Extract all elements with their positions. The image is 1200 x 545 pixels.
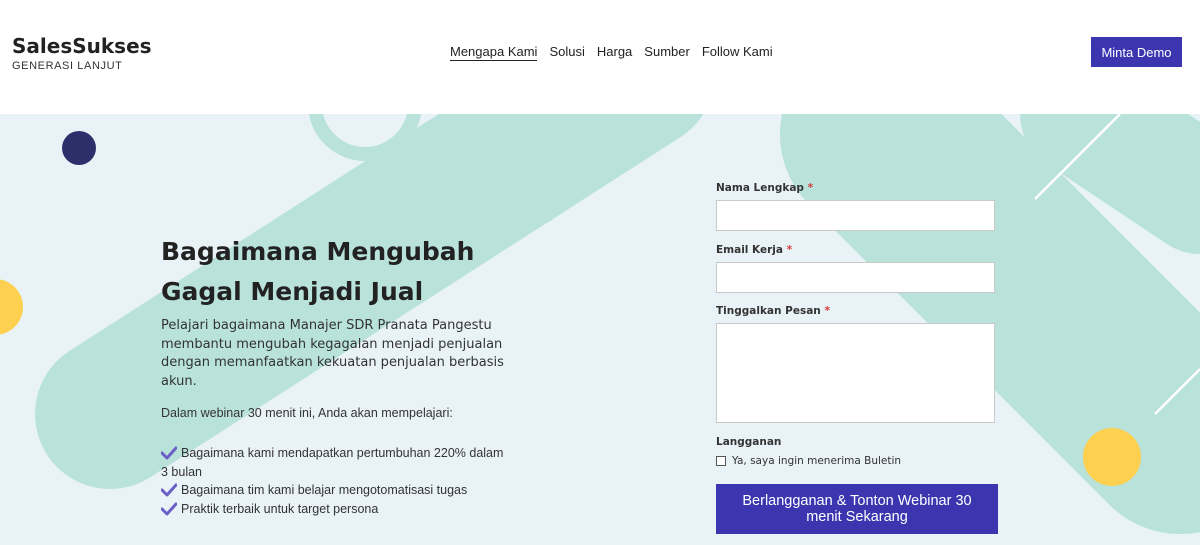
subscribe-option-label: Ya, saya ingin menerima Buletin: [732, 455, 902, 467]
nav-item-sumber[interactable]: Sumber: [644, 44, 690, 61]
hero-headline: Bagaimana Mengubah Gagal Menjadi Jual: [161, 237, 475, 306]
checkmark-icon: [161, 502, 177, 515]
required-mark: *: [807, 182, 814, 194]
benefit-text: Bagaimana tim kami belajar mengotomatisa…: [181, 483, 468, 497]
nav-item-mengapa-kami[interactable]: Mengapa Kami: [450, 44, 538, 61]
yellow-circle-right-shape: [1083, 428, 1141, 486]
hero-section: Bagaimana Mengubah Gagal Menjadi Jual Pe…: [0, 114, 1200, 545]
benefit-text: Praktik terbaik untuk target persona: [181, 501, 379, 516]
mint-pill-right-top-shape: [1020, 114, 1200, 254]
navy-dot-shape: [62, 131, 96, 165]
main-nav: Mengapa Kami Solusi Harga Sumber Follow …: [450, 44, 773, 61]
message-textarea[interactable]: [716, 323, 995, 423]
benefit-list: Bagaimana kami mendapatkan pertumbuhan 2…: [161, 444, 511, 518]
work-email-input[interactable]: [716, 262, 995, 293]
checkmark-icon: [161, 446, 177, 460]
full-name-label: Nama Lengkap *: [716, 182, 813, 194]
work-email-label: Email Kerja *: [716, 244, 792, 256]
message-label: Tinggalkan Pesan *: [716, 305, 830, 317]
hero-lead-text: Pelajari bagaimana Manajer SDR Pranata P…: [161, 318, 504, 389]
request-demo-button[interactable]: Minta Demo: [1091, 37, 1182, 67]
hero-intro-text: Dalam webinar 30 menit ini, Anda akan me…: [161, 406, 453, 420]
list-item: Bagaimana kami mendapatkan pertumbuhan 2…: [161, 444, 511, 481]
site-header: SalesSukses GENERASI LANJUT Mengapa Kami…: [0, 0, 1200, 114]
benefit-text: Bagaimana kami mendapatkan pertumbuhan 2…: [161, 446, 504, 479]
yellow-circle-left-shape: [0, 279, 23, 335]
list-item: Bagaimana tim kami belajar mengotomatisa…: [161, 481, 511, 500]
message-label-text: Tinggalkan Pesan: [716, 305, 821, 317]
required-mark: *: [786, 244, 793, 256]
subscribe-checkbox[interactable]: [716, 456, 726, 466]
brand-name: SalesSukses: [12, 34, 152, 58]
checkmark-icon: [161, 483, 177, 497]
full-name-input[interactable]: [716, 200, 995, 231]
subscribe-heading: Langganan: [716, 436, 782, 448]
subscribe-watch-webinar-button[interactable]: Berlangganan & Tonton Webinar 30 menit S…: [716, 484, 998, 534]
brand-logo[interactable]: SalesSukses GENERASI LANJUT: [12, 34, 152, 72]
subscribe-option[interactable]: Ya, saya ingin menerima Buletin: [716, 455, 901, 467]
list-item: Praktik terbaik untuk target persona: [161, 500, 511, 519]
full-name-label-text: Nama Lengkap: [716, 182, 804, 194]
nav-item-harga[interactable]: Harga: [597, 44, 632, 61]
mint-ring-shape: [308, 114, 422, 161]
required-mark: *: [824, 305, 830, 317]
nav-item-solusi[interactable]: Solusi: [549, 44, 584, 61]
work-email-label-text: Email Kerja: [716, 244, 783, 256]
nav-item-follow-kami[interactable]: Follow Kami: [702, 44, 773, 61]
brand-tagline: GENERASI LANJUT: [12, 60, 123, 72]
